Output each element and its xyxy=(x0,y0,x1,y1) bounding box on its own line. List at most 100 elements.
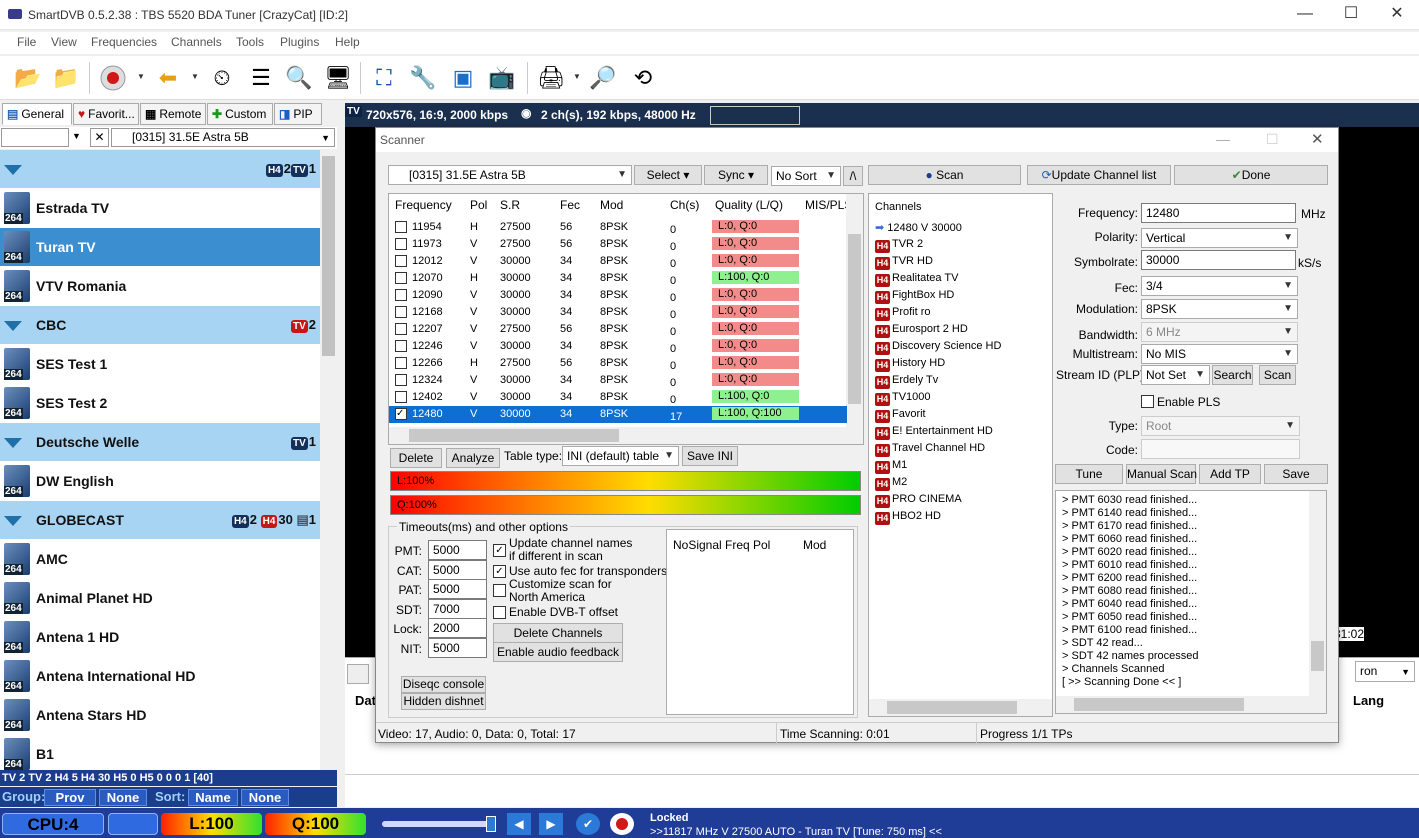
scanned-channel[interactable]: H4 Profit ro xyxy=(875,306,931,321)
menu-channels[interactable]: Channels xyxy=(171,35,222,49)
menu-tools[interactable]: Tools xyxy=(236,35,264,49)
channel-item[interactable]: 264 Antena Stars HD xyxy=(0,696,320,734)
channel-item[interactable]: 264 Antena International HD xyxy=(0,657,320,695)
channel-item[interactable]: 264 B1 xyxy=(0,735,320,770)
sort-select[interactable]: No Sort ▼ xyxy=(771,166,841,186)
close-button[interactable]: ✕ xyxy=(1374,0,1419,30)
table-row[interactable]: 12070 H 30000 34 8PSK 0 L:100, Q:0 xyxy=(389,270,847,287)
update-channel-list-button[interactable]: ⟳Update Channel list xyxy=(1027,165,1171,185)
save-ini-button[interactable]: Save INI xyxy=(682,446,738,466)
channel-item[interactable]: 264 VTV Romania xyxy=(0,267,320,305)
channel-group[interactable]: TV 1 Deutsche Welle xyxy=(0,423,320,461)
menu-frequencies[interactable]: Frequencies xyxy=(91,35,157,49)
channel-item[interactable]: 264 DW English xyxy=(0,462,320,500)
table-row[interactable]: ✓ 12480 V 30000 34 8PSK 17 L:100, Q:100 xyxy=(389,406,847,423)
select-button[interactable]: Select ▾ xyxy=(634,165,702,185)
scanned-channel[interactable]: H4 M1 xyxy=(875,459,907,474)
table-row[interactable]: 12246 V 30000 34 8PSK 0 L:0, Q:0 xyxy=(389,338,847,355)
row-checkbox[interactable] xyxy=(395,238,407,250)
timeout-input[interactable]: 5000 xyxy=(428,559,487,580)
scanned-channel[interactable]: H4 History HD xyxy=(875,357,945,372)
update-names-checkbox[interactable]: ✓ xyxy=(493,544,506,557)
scanned-channel[interactable]: H4 Eurosport 2 HD xyxy=(875,323,968,338)
search-button[interactable]: Search xyxy=(1212,365,1253,385)
row-checkbox[interactable] xyxy=(395,255,407,267)
epg-language-select[interactable]: ron ▼ xyxy=(1355,661,1415,682)
window-icon[interactable]: ▣ xyxy=(447,62,479,94)
channel-item[interactable]: 264 SES Test 1 xyxy=(0,345,320,383)
monitor-icon[interactable]: 🖥 xyxy=(322,62,354,94)
channel-item[interactable]: 264 Animal Planet HD xyxy=(0,579,320,617)
collapse-icon[interactable] xyxy=(4,516,22,526)
scanned-channel[interactable]: H4 Realitatea TV xyxy=(875,272,958,287)
close-button[interactable]: ✕ xyxy=(1311,130,1324,148)
scan-button[interactable]: ● Scan xyxy=(868,165,1021,185)
channel-item[interactable]: 264 Estrada TV xyxy=(0,189,320,227)
clear-filter-icon[interactable]: ✕ xyxy=(90,128,109,147)
scanned-channel[interactable]: H4 Favorit xyxy=(875,408,926,423)
row-checkbox[interactable] xyxy=(395,391,407,403)
add-tp-button[interactable]: Add TP xyxy=(1199,464,1261,484)
tools-icon[interactable]: 🔧 xyxy=(407,62,439,94)
tab-remote[interactable]: ▦ Remote xyxy=(140,103,206,125)
table-row[interactable]: 12402 V 30000 34 8PSK 0 L:100, Q:0 xyxy=(389,389,847,406)
scanned-channel[interactable]: H4 E! Entertainment HD xyxy=(875,425,993,440)
fec-select[interactable]: 3/4 ▼ xyxy=(1141,276,1298,296)
sync-button[interactable]: Sync ▾ xyxy=(704,165,768,185)
channel-item[interactable]: 264 AMC xyxy=(0,540,320,578)
record-icon[interactable] xyxy=(610,813,634,835)
auto-fec-checkbox[interactable]: ✓ xyxy=(493,565,506,578)
timeout-input[interactable]: 5000 xyxy=(428,579,487,600)
next-icon[interactable]: ▶ xyxy=(539,813,563,835)
sort-direction-button[interactable]: /\ xyxy=(843,166,863,186)
check-icon[interactable]: ✔ xyxy=(576,813,600,835)
frequency-input[interactable]: 12480 xyxy=(1141,203,1296,223)
collapse-icon[interactable] xyxy=(4,165,22,175)
channel-list-scrollbar[interactable] xyxy=(320,150,337,770)
collapse-icon[interactable] xyxy=(4,438,22,448)
chevron-down-icon[interactable]: ▼ xyxy=(72,131,81,141)
row-checkbox[interactable]: ✓ xyxy=(395,408,407,420)
maximize-button[interactable]: ☐ xyxy=(1328,0,1374,30)
timeout-input[interactable]: 5000 xyxy=(428,638,487,658)
open-folder-icon[interactable]: 📂 xyxy=(12,62,44,94)
manual-scan-button[interactable]: Manual Scan xyxy=(1126,464,1197,484)
scanned-channel[interactable]: H4 FightBox HD xyxy=(875,289,954,304)
dvbt-offset-checkbox[interactable] xyxy=(493,606,506,619)
group-none-button[interactable]: None xyxy=(99,789,147,806)
table-row[interactable]: 12324 V 30000 34 8PSK 0 L:0, Q:0 xyxy=(389,372,847,389)
scanned-channel[interactable]: H4 Discovery Science HD xyxy=(875,340,1001,355)
enable-pls-checkbox[interactable] xyxy=(1141,395,1154,408)
find-icon[interactable]: 🔍 xyxy=(283,62,315,94)
scanned-channel[interactable]: H4 Travel Channel HD xyxy=(875,442,985,457)
enable-audio-button[interactable]: Enable audio feedback xyxy=(493,642,623,662)
table-type-select[interactable]: INI (default) table ▼ xyxy=(562,446,679,466)
row-checkbox[interactable] xyxy=(395,374,407,386)
scanned-channel[interactable]: H4 TVR HD xyxy=(875,255,933,270)
table-row[interactable]: 11973 V 27500 56 8PSK 0 L:0, Q:0 xyxy=(389,236,847,253)
scanner-satellite-select[interactable]: [0315] 31.5E Astra 5B ▼ xyxy=(388,165,632,185)
menu-file[interactable]: File xyxy=(17,35,36,49)
sort-none-button[interactable]: None xyxy=(241,789,289,806)
scanned-channel[interactable]: H4 TVR 2 xyxy=(875,238,923,253)
table-row[interactable]: 12012 V 30000 34 8PSK 0 L:0, Q:0 xyxy=(389,253,847,270)
tab-custom[interactable]: ✚ Custom xyxy=(207,103,273,125)
record-icon[interactable] xyxy=(97,62,129,94)
volume-slider[interactable] xyxy=(382,816,496,832)
hidden-dishnet-button[interactable]: Hidden dishnet xyxy=(401,693,486,710)
north-america-checkbox[interactable] xyxy=(493,584,506,597)
chevron-down-icon[interactable]: ▼ xyxy=(573,72,581,81)
stream-id-select[interactable]: Not Set ▼ xyxy=(1141,365,1210,385)
table-row[interactable]: 11954 H 27500 56 8PSK 0 L:0, Q:0 xyxy=(389,219,847,236)
channel-item[interactable]: 264 Antena 1 HD xyxy=(0,618,320,656)
channel-group[interactable]: H4 2 H4 30 ▤1 GLOBECAST xyxy=(0,501,320,539)
sort-name-button[interactable]: Name xyxy=(188,789,238,806)
done-button[interactable]: ✔Done xyxy=(1174,165,1328,185)
filter-input[interactable] xyxy=(1,128,69,147)
row-checkbox[interactable] xyxy=(395,340,407,352)
scanned-channel[interactable]: H4 HBO2 HD xyxy=(875,510,941,525)
row-checkbox[interactable] xyxy=(395,221,407,233)
search-icon[interactable]: 🔎 xyxy=(587,62,619,94)
analyze-button[interactable]: Analyze xyxy=(446,448,500,468)
prev-icon[interactable]: ◀ xyxy=(507,813,531,835)
